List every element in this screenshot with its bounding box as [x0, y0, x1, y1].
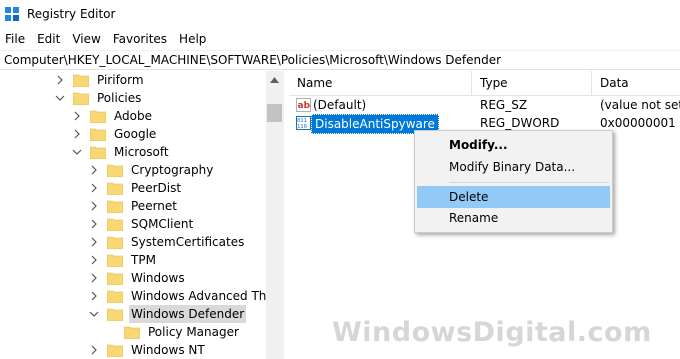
value-type: REG_SZ — [480, 98, 528, 112]
menu-bar: File Edit View Favorites Help — [0, 29, 680, 49]
tree-item-piriform[interactable]: Piriform — [55, 71, 146, 89]
tree-item-label: Piriform — [97, 73, 144, 87]
title-bar: Registry Editor — [0, 0, 680, 29]
chevron-right-icon[interactable] — [72, 111, 82, 121]
tree-item-label: SQMClient — [131, 217, 194, 231]
tree-item-microsoft[interactable]: Microsoft — [72, 143, 171, 161]
folder-icon — [89, 127, 107, 142]
tree-item-label: Cryptography — [131, 163, 214, 177]
folder-icon — [106, 235, 124, 250]
tree-item-sqmclient[interactable]: SQMClient — [89, 215, 195, 233]
folder-open-icon — [89, 145, 107, 160]
svg-text:ab: ab — [298, 101, 311, 111]
tree-item-label: Windows Defender — [129, 305, 247, 323]
chevron-right-icon[interactable] — [89, 219, 99, 229]
tree-item-label: Policies — [97, 91, 142, 105]
tree-item-label: Windows NT — [131, 343, 205, 357]
chevron-down-icon[interactable] — [72, 147, 82, 157]
menu-file[interactable]: File — [0, 29, 31, 49]
tree-item-label: Policy Manager — [148, 325, 239, 339]
value-name: (Default) — [313, 98, 367, 112]
chevron-down-icon[interactable] — [89, 309, 99, 319]
menu-item-modify[interactable]: Modify... — [417, 134, 610, 156]
folder-icon — [106, 271, 124, 286]
tree-item-policies[interactable]: Policies — [55, 89, 143, 107]
tree-item-windows[interactable]: Windows — [89, 269, 187, 287]
menu-view[interactable]: View — [66, 29, 106, 49]
tree-item-label: PeerDist — [131, 181, 182, 195]
chevron-right-icon[interactable] — [89, 255, 99, 265]
value-row[interactable]: ab (Default) REG_SZ (value not set) — [289, 96, 680, 114]
folder-icon — [106, 217, 124, 232]
key-tree[interactable]: Piriform Policies Adobe Google Microsoft… — [0, 71, 284, 359]
folder-icon — [106, 289, 124, 304]
tree-scrollbar[interactable] — [266, 71, 283, 359]
tree-item-windows-advanced-threat[interactable]: Windows Advanced Threat — [89, 287, 284, 305]
tree-item-systemcertificates[interactable]: SystemCertificates — [89, 233, 246, 251]
chevron-right-icon[interactable] — [72, 129, 82, 139]
menu-favorites[interactable]: Favorites — [107, 29, 173, 49]
chevron-right-icon[interactable] — [55, 75, 65, 85]
scroll-thumb[interactable] — [267, 104, 282, 122]
folder-icon — [106, 181, 124, 196]
list-header: Name Type Data — [289, 71, 680, 96]
window-title: Registry Editor — [27, 7, 116, 21]
tree-item-cryptography[interactable]: Cryptography — [89, 161, 215, 179]
context-menu: Modify... Modify Binary Data... Delete R… — [414, 130, 613, 233]
tree-item-label: Microsoft — [114, 145, 169, 159]
tree-item-windows-nt[interactable]: Windows NT — [89, 341, 207, 359]
chevron-right-icon[interactable] — [89, 273, 99, 283]
chevron-down-icon[interactable] — [55, 93, 65, 103]
tree-item-windows-defender[interactable]: Windows Defender — [89, 305, 247, 323]
column-header-data[interactable]: Data — [592, 71, 680, 96]
folder-icon — [106, 253, 124, 268]
folder-icon — [72, 73, 90, 88]
registry-editor-icon — [5, 7, 19, 21]
folder-open-icon — [106, 307, 124, 322]
watermark: WindowsDigital.com — [332, 317, 652, 348]
folder-icon — [89, 109, 107, 124]
column-header-type[interactable]: Type — [472, 71, 592, 96]
column-header-name[interactable]: Name — [289, 71, 472, 96]
tree-item-adobe[interactable]: Adobe — [72, 107, 154, 125]
tree-item-label: Peernet — [131, 199, 177, 213]
tree-item-label: TPM — [131, 253, 156, 267]
menu-edit[interactable]: Edit — [31, 29, 66, 49]
folder-icon — [123, 325, 141, 340]
value-data: (value not set) — [600, 98, 680, 112]
menu-item-delete[interactable]: Delete — [417, 186, 610, 208]
menu-separator — [449, 182, 609, 183]
tree-item-label: Windows Advanced Threat — [131, 289, 284, 303]
tree-item-label: SystemCertificates — [131, 235, 245, 249]
menu-help[interactable]: Help — [173, 29, 212, 49]
tree-item-label: Windows — [131, 271, 185, 285]
string-value-icon: ab — [296, 98, 311, 112]
scroll-up-icon[interactable] — [266, 71, 283, 88]
address-bar[interactable]: Computer\HKEY_LOCAL_MACHINE\SOFTWARE\Pol… — [0, 50, 680, 70]
tree-item-label: Google — [114, 127, 157, 141]
folder-icon — [106, 343, 124, 358]
folder-icon — [106, 163, 124, 178]
chevron-right-icon[interactable] — [89, 165, 99, 175]
tree-item-google[interactable]: Google — [72, 125, 158, 143]
menu-item-rename[interactable]: Rename — [417, 207, 610, 229]
folder-open-icon — [72, 91, 90, 106]
chevron-right-icon[interactable] — [89, 291, 99, 301]
tree-item-tpm[interactable]: TPM — [89, 251, 158, 269]
tree-item-peernet[interactable]: Peernet — [89, 197, 179, 215]
chevron-right-icon[interactable] — [89, 345, 99, 355]
menu-item-modify-binary-data[interactable]: Modify Binary Data... — [417, 156, 610, 178]
tree-item-label: Adobe — [114, 109, 152, 123]
folder-icon — [106, 199, 124, 214]
chevron-right-icon[interactable] — [89, 183, 99, 193]
chevron-right-icon[interactable] — [89, 201, 99, 211]
svg-text:110: 110 — [297, 124, 307, 130]
tree-item-peerdist[interactable]: PeerDist — [89, 179, 183, 197]
chevron-right-icon[interactable] — [89, 237, 99, 247]
dword-value-icon: 011 110 — [296, 116, 311, 130]
tree-item-policy-manager[interactable]: Policy Manager — [123, 323, 241, 341]
